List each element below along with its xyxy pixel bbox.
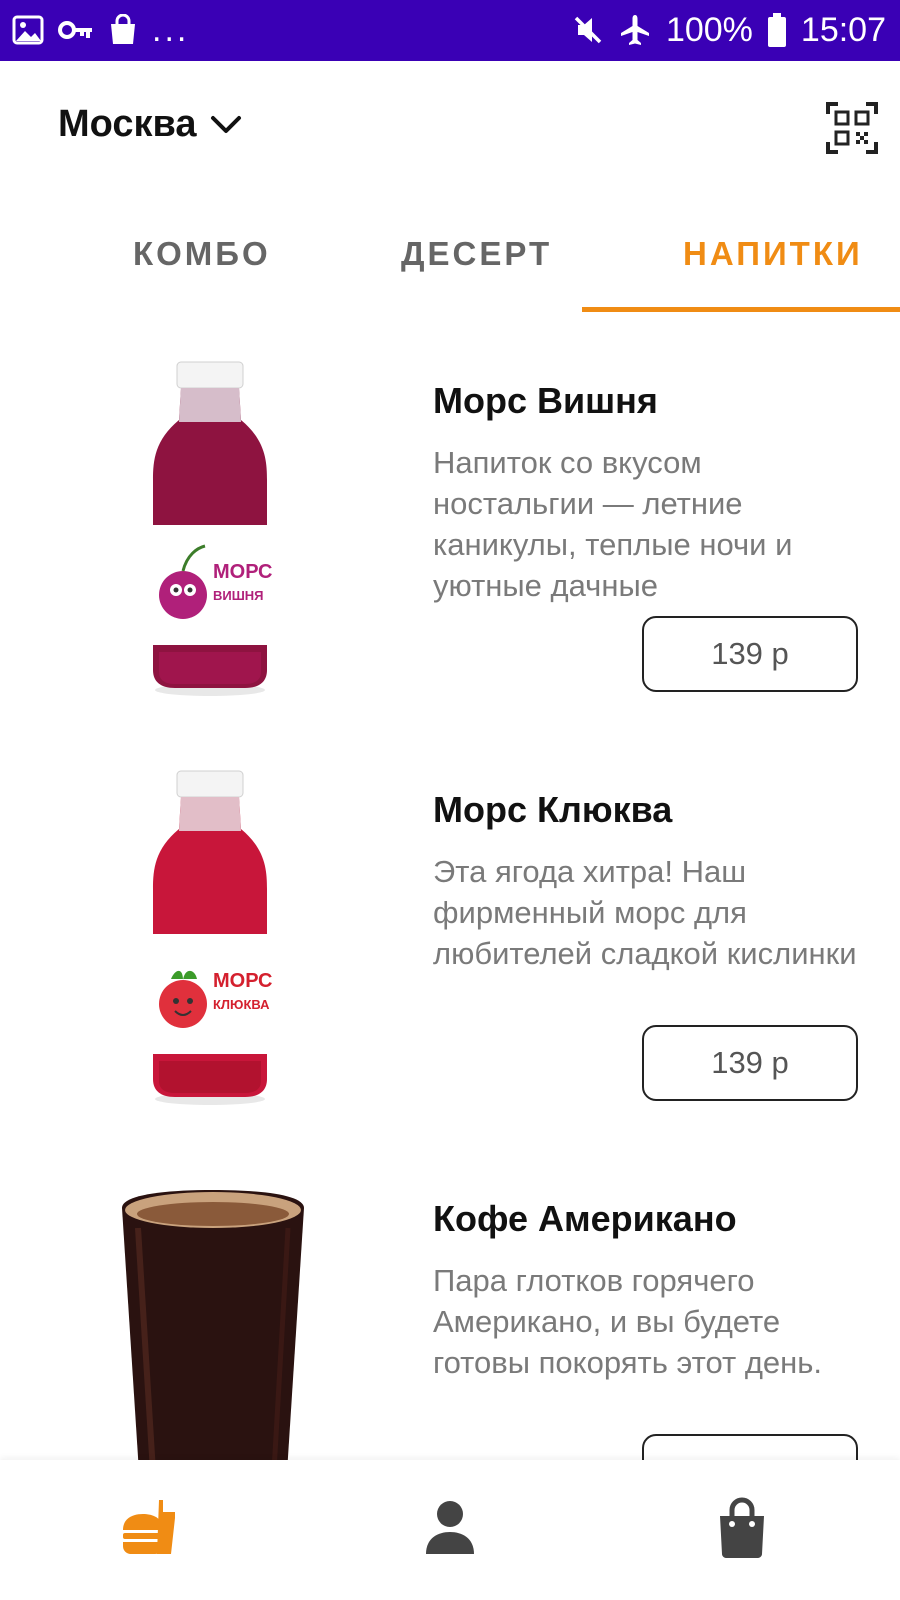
tab-combo[interactable]: КОМБО [133, 235, 271, 273]
cherry-mors-bottle-image: МОРС ВИШНЯ [153, 361, 273, 696]
tab-drinks[interactable]: НАПИТКИ [683, 235, 863, 273]
product-description: Напиток со вкусом ностальгии — летние ка… [433, 445, 793, 603]
image-notification-icon [12, 15, 44, 45]
product-card[interactable]: МОРС ВИШНЯ Морс Вишня Напиток со вкусом … [0, 360, 900, 760]
key-notification-icon [58, 21, 92, 39]
svg-text:МОРС: МОРС [213, 970, 273, 992]
city-label: Москва [58, 103, 197, 145]
active-tab-indicator [582, 307, 900, 312]
shopping-bag-icon[interactable] [710, 1496, 774, 1560]
city-selector[interactable]: Москва [58, 103, 243, 146]
profile-icon[interactable] [418, 1496, 482, 1560]
burger-icon[interactable] [119, 1496, 183, 1560]
category-tabs: КОМБО ДЕСЕРТ НАПИТКИ [0, 225, 900, 315]
more-notifications-indicator: ... [152, 11, 190, 49]
status-bar: ... 100% 15:07 [0, 0, 900, 61]
product-description: Эта ягода хитра! Наш фирменный морс для … [433, 854, 857, 971]
product-title: Морс Вишня [433, 380, 658, 421]
svg-text:КЛЮКВА: КЛЮКВА [213, 997, 270, 1012]
bottom-navigation [0, 1460, 900, 1600]
tab-dessert[interactable]: ДЕСЕРТ [401, 235, 552, 273]
qr-code-scanner-icon[interactable] [826, 102, 878, 154]
americano-glass-image [122, 1190, 304, 1488]
shopping-bag-notification-icon [111, 14, 135, 44]
battery-percentage: 100% [665, 11, 753, 49]
svg-text:ВИШНЯ: ВИШНЯ [213, 588, 264, 603]
product-description: Пара глотков горячего Американо, и вы бу… [433, 1263, 823, 1380]
airplane-mode-icon [620, 15, 649, 45]
chevron-down-icon [210, 115, 241, 133]
price-button[interactable]: 139 р [642, 616, 858, 692]
product-title: Морс Клюква [433, 789, 673, 830]
product-title: Кофе Американо [433, 1198, 737, 1239]
price-button[interactable]: 139 р [642, 1025, 858, 1101]
battery-icon [767, 13, 786, 47]
svg-text:МОРС: МОРС [213, 561, 273, 583]
mute-icon [574, 16, 602, 44]
cranberry-mors-bottle-image: МОРС КЛЮКВА [153, 770, 273, 1105]
product-card[interactable]: МОРС КЛЮКВА Морс Клюква Эта ягода хитра!… [0, 769, 900, 1169]
clock: 15:07 [800, 11, 886, 49]
